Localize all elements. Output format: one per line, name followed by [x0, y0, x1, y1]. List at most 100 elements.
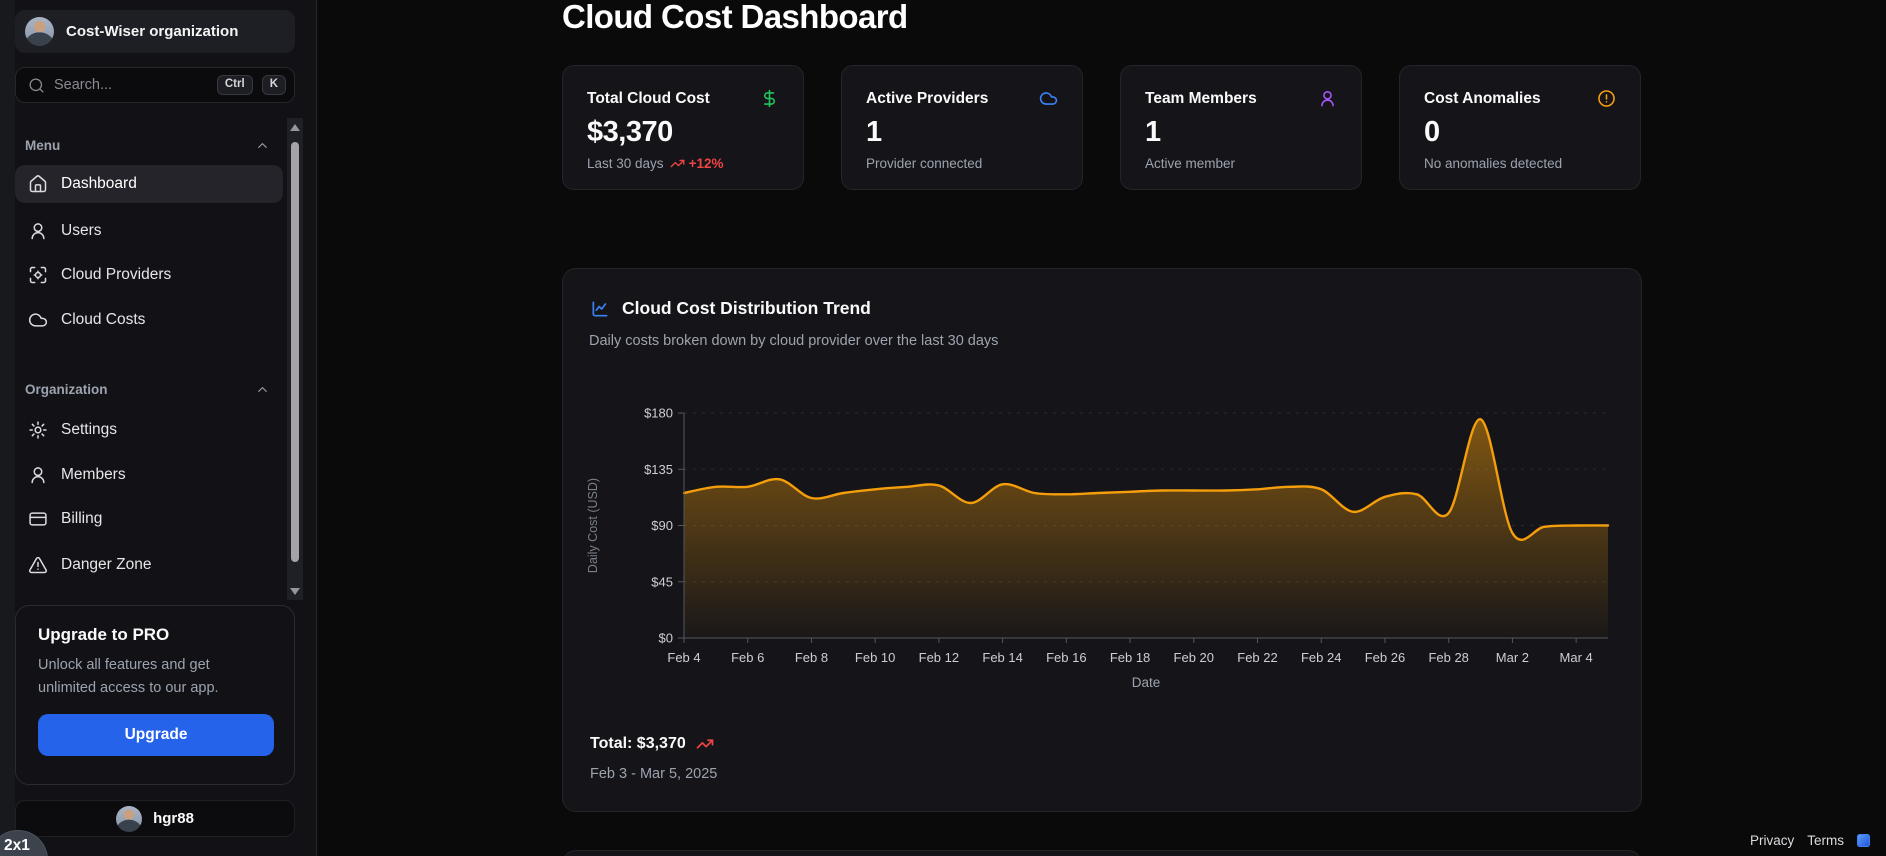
org-switcher[interactable]: Cost-Wiser organization: [15, 10, 295, 53]
x-tick-label: Feb 22: [1237, 650, 1277, 665]
org-avatar: [25, 17, 54, 46]
user-icon: [31, 467, 45, 484]
sidebar-item-members[interactable]: Members: [15, 456, 283, 494]
scroll-down-arrow[interactable]: [287, 584, 303, 598]
chart-date-range: Feb 3 - Mar 5, 2025: [590, 766, 718, 782]
sidebar-item-label: Users: [61, 222, 102, 239]
terms-link[interactable]: Terms: [1807, 833, 1844, 848]
x-tick-label: Feb 18: [1110, 650, 1150, 665]
organization-section-label: Organization: [25, 382, 108, 397]
stat-subtext: Active member: [1145, 156, 1236, 171]
stat-card-cost-anomalies: Cost Anomalies 0 No anomalies detected: [1399, 65, 1641, 190]
sidebar-item-label: Settings: [61, 421, 118, 438]
cloud-icon: [28, 313, 48, 327]
user-avatar: [116, 805, 143, 832]
sidebar-item-label: Cloud Costs: [61, 311, 146, 328]
y-tick-label: $135: [644, 462, 673, 477]
x-tick-label: Feb 14: [982, 650, 1022, 665]
org-name: Cost-Wiser organization: [66, 23, 239, 40]
stat-card-active-providers: Active Providers 1 Provider connected: [841, 65, 1083, 190]
stat-value: 1: [866, 116, 882, 148]
y-tick-label: $45: [651, 574, 673, 589]
chart-title: Cloud Cost Distribution Trend: [622, 298, 871, 318]
alert-circle-icon: [1598, 90, 1615, 107]
upgrade-title: Upgrade to PRO: [38, 625, 170, 644]
sidebar-item-dashboard[interactable]: Dashboard: [15, 165, 283, 203]
x-tick-label: Feb 12: [919, 650, 959, 665]
home-icon: [29, 175, 47, 193]
sidebar-item-billing[interactable]: Billing: [15, 500, 283, 538]
alert-triangle-icon: [28, 556, 48, 574]
sidebar: Cost-Wiser organization Ctrl K Menu Dash…: [0, 0, 317, 856]
x-tick-label: Feb 24: [1301, 650, 1341, 665]
page-title: Cloud Cost Dashboard: [562, 0, 908, 35]
organization-section-header[interactable]: Organization: [25, 382, 270, 397]
trending-up-icon: [696, 739, 714, 749]
scroll-up-arrow[interactable]: [287, 120, 303, 134]
cloud-icon: [1039, 92, 1058, 105]
upgrade-description: Unlock all features and get unlimited ac…: [38, 657, 219, 697]
stat-value: 0: [1424, 116, 1440, 148]
chart-total: Total: $3,370: [590, 735, 686, 752]
cost-trend-chart: $0 $45 $90 $135 $180 Feb 4 Feb 6 Feb 8 Feb 10 Feb…: [586, 406, 1610, 690]
stat-value: $3,370: [587, 116, 673, 148]
trending-up-icon: [670, 159, 684, 168]
chevron-up-icon: [258, 387, 267, 392]
cost-area-fill: [684, 419, 1608, 638]
menu-section-header[interactable]: Menu: [25, 138, 270, 153]
sidebar-item-cloud-costs[interactable]: Cloud Costs: [15, 301, 283, 339]
chart-line-icon: [592, 301, 608, 316]
sidebar-item-label: Billing: [61, 510, 103, 527]
breakpoint-badge-label: 2x1: [4, 837, 30, 854]
sidebar-item-danger-zone[interactable]: Danger Zone: [15, 546, 283, 584]
x-tick-label: Feb 16: [1046, 650, 1086, 665]
sidebar-item-label: Members: [61, 466, 126, 483]
sidebar-item-users[interactable]: Users: [15, 212, 283, 250]
upgrade-button[interactable]: Upgrade: [38, 713, 274, 756]
stat-title: Team Members: [1145, 89, 1257, 107]
user-menu[interactable]: hgr88: [15, 800, 295, 837]
user-icon: [1321, 90, 1334, 107]
y-tick-label: $180: [644, 406, 673, 421]
user-icon: [31, 223, 45, 240]
window-edge-strip: [0, 0, 15, 856]
x-tick-label: Feb 26: [1365, 650, 1405, 665]
sidebar-item-cloud-providers[interactable]: Cloud Providers: [15, 256, 283, 294]
credit-card-icon: [29, 512, 47, 526]
x-tick-label: Feb 4: [667, 650, 700, 665]
sidebar-item-label: Cloud Providers: [61, 266, 172, 283]
next-section-card-edge: [562, 850, 1642, 856]
sidebar-scrollbar-thumb[interactable]: [291, 142, 299, 562]
x-tick-label: Feb 6: [731, 650, 764, 665]
y-axis-title: Daily Cost (USD): [586, 478, 600, 573]
search-input[interactable]: [54, 77, 208, 93]
y-tick-label: $90: [651, 518, 673, 533]
shield-badge-icon[interactable]: [1857, 834, 1870, 847]
stat-subtext: No anomalies detected: [1424, 156, 1563, 171]
chart-subtitle: Daily costs broken down by cloud provide…: [589, 333, 999, 349]
dollar-sign-icon: [763, 89, 775, 108]
footer-links: Privacy Terms: [1750, 833, 1870, 848]
chevron-up-icon: [258, 143, 267, 148]
stat-subtext: Provider connected: [866, 156, 983, 171]
stat-title: Active Providers: [866, 89, 989, 107]
y-tick-label: $0: [659, 631, 673, 646]
stat-subtext: Last 30 days: [587, 156, 664, 171]
stat-trend: +12%: [688, 156, 724, 171]
shortcut-key-k: K: [261, 75, 286, 95]
search-box[interactable]: Ctrl K: [15, 67, 295, 103]
menu-section-label: Menu: [25, 138, 61, 153]
username: hgr88: [153, 810, 194, 827]
privacy-link[interactable]: Privacy: [1750, 833, 1794, 848]
shortcut-key-ctrl: Ctrl: [216, 75, 253, 95]
stat-value: 1: [1145, 116, 1161, 148]
sidebar-item-label: Danger Zone: [61, 556, 152, 573]
upgrade-card: Upgrade to PRO Unlock all features and g…: [15, 605, 295, 785]
sidebar-item-settings[interactable]: Settings: [15, 411, 283, 449]
sidebar-item-label: Dashboard: [61, 175, 137, 192]
x-tick-label: Feb 8: [795, 650, 828, 665]
stat-card-total-cost: Total Cloud Cost $3,370 Last 30 days +12…: [562, 65, 804, 190]
app-root: { "page": { "title": "Cloud Cost Dashboa…: [0, 0, 1886, 856]
x-axis-title: Date: [1132, 675, 1161, 690]
x-tick-label: Mar 2: [1496, 650, 1529, 665]
